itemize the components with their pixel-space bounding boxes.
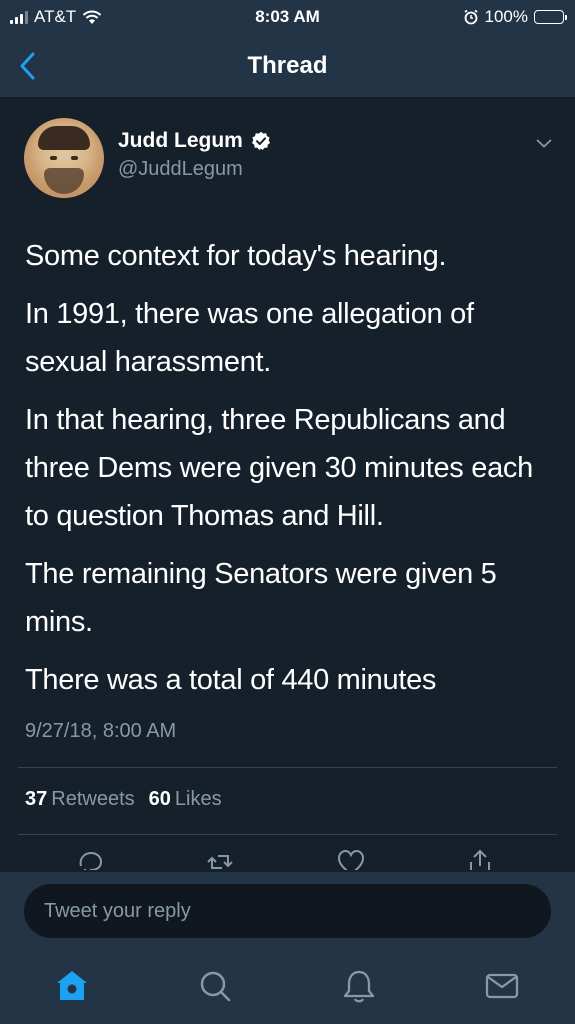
divider [18, 767, 557, 768]
divider [18, 834, 557, 835]
share-icon[interactable] [466, 848, 494, 870]
tweet-paragraph: In that hearing, three Republicans and t… [25, 404, 533, 532]
like-icon[interactable] [336, 848, 366, 870]
likes-stat[interactable]: 60 Likes [149, 788, 222, 811]
reply-input[interactable]: Tweet your reply [24, 884, 551, 938]
author-name-row[interactable]: Judd Legum [118, 129, 271, 153]
back-button[interactable] [18, 50, 48, 82]
mail-icon[interactable] [484, 968, 520, 1004]
search-icon[interactable] [197, 968, 233, 1004]
tweet-paragraph: In 1991, there was one allegation of sex… [25, 298, 474, 378]
reply-icon[interactable] [76, 848, 104, 870]
likes-count: 60 [148, 788, 171, 810]
tweet-timestamp: 9/27/18, 8:00 AM [25, 720, 177, 742]
status-bar: AT&T 8:03 AM 100% [0, 0, 575, 34]
wifi-icon [82, 10, 102, 24]
reply-bar: Tweet your reply [0, 872, 575, 952]
tweet-paragraph: The remaining Senators were given 5 mins… [25, 558, 497, 638]
retweets-stat[interactable]: 37 Retweets [25, 788, 135, 811]
tweet-stats: 37 Retweets 60 Likes [25, 788, 222, 811]
tab-bar [0, 952, 575, 1024]
retweets-label: Retweets [51, 788, 135, 810]
likes-label: Likes [174, 788, 222, 810]
chevron-down-icon [536, 139, 552, 148]
status-left: AT&T [10, 7, 102, 27]
alarm-icon [463, 9, 478, 25]
battery-percent: 100% [484, 7, 528, 26]
avatar[interactable] [24, 118, 104, 198]
tweet-menu-button[interactable] [535, 136, 553, 154]
retweet-icon[interactable] [204, 848, 236, 870]
retweets-count: 37 [25, 788, 48, 810]
page-title: Thread [247, 51, 328, 79]
author-name: Judd Legum [118, 129, 243, 152]
bell-icon[interactable] [341, 968, 377, 1004]
verified-badge-icon [251, 131, 270, 150]
status-right: 100% [463, 7, 567, 27]
signal-icon [10, 10, 28, 24]
screen: AT&T 8:03 AM 100% Thread Judd Legum @Jud… [0, 0, 575, 1024]
battery-icon [534, 10, 567, 24]
carrier-label: AT&T [34, 7, 77, 26]
tweet-paragraph: Some context for today's hearing. [25, 240, 447, 272]
chevron-left-icon [20, 52, 35, 80]
home-icon[interactable] [54, 968, 90, 1004]
tweet-actions [0, 848, 575, 870]
tweet-text: Some context for today's hearing. In 199… [25, 232, 555, 714]
tweet-paragraph: There was a total of 440 minutes [25, 664, 437, 696]
nav-bar: Thread [0, 34, 575, 98]
author-handle[interactable]: @JuddLegum [118, 158, 243, 181]
